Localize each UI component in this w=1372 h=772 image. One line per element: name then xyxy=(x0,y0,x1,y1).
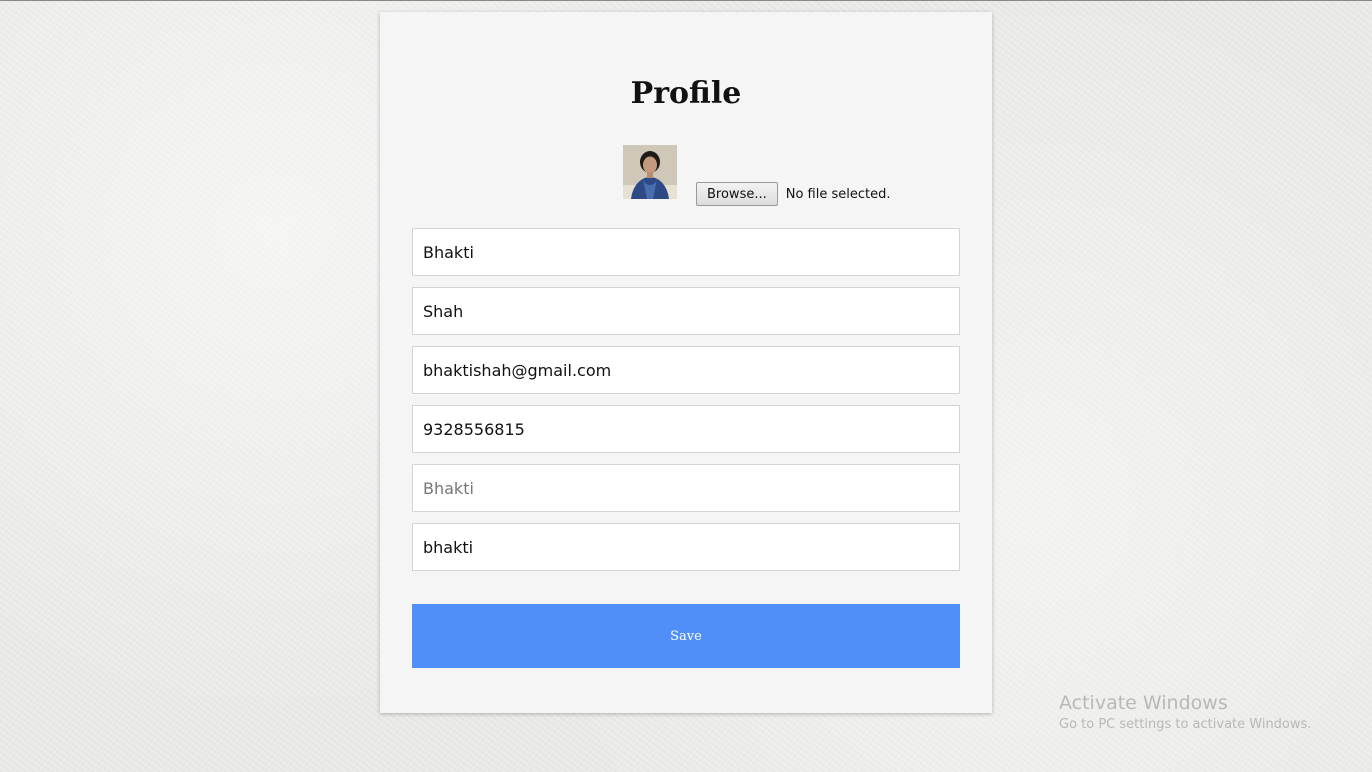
watermark-title: Activate Windows xyxy=(1059,692,1228,714)
username-input[interactable] xyxy=(412,464,960,512)
file-upload: Browse... No file selected. xyxy=(696,182,890,206)
watermark-subtitle: Go to PC settings to activate Windows. xyxy=(1059,717,1312,732)
avatar xyxy=(623,145,677,199)
save-button[interactable]: Save xyxy=(412,604,960,668)
browse-button[interactable]: Browse... xyxy=(696,182,778,206)
first-name-input[interactable] xyxy=(412,228,960,276)
file-status: No file selected. xyxy=(785,186,891,202)
password-input[interactable] xyxy=(412,523,960,571)
last-name-input[interactable] xyxy=(412,287,960,335)
activation-watermark: Activate Windows Go to PC settings to ac… xyxy=(1059,691,1311,735)
page-title: Profile xyxy=(630,76,742,111)
phone-input[interactable] xyxy=(412,405,960,453)
profile-card: Profile Browse... No file selected. Save xyxy=(380,12,992,713)
email-input[interactable] xyxy=(412,346,960,394)
avatar-image xyxy=(623,145,677,199)
